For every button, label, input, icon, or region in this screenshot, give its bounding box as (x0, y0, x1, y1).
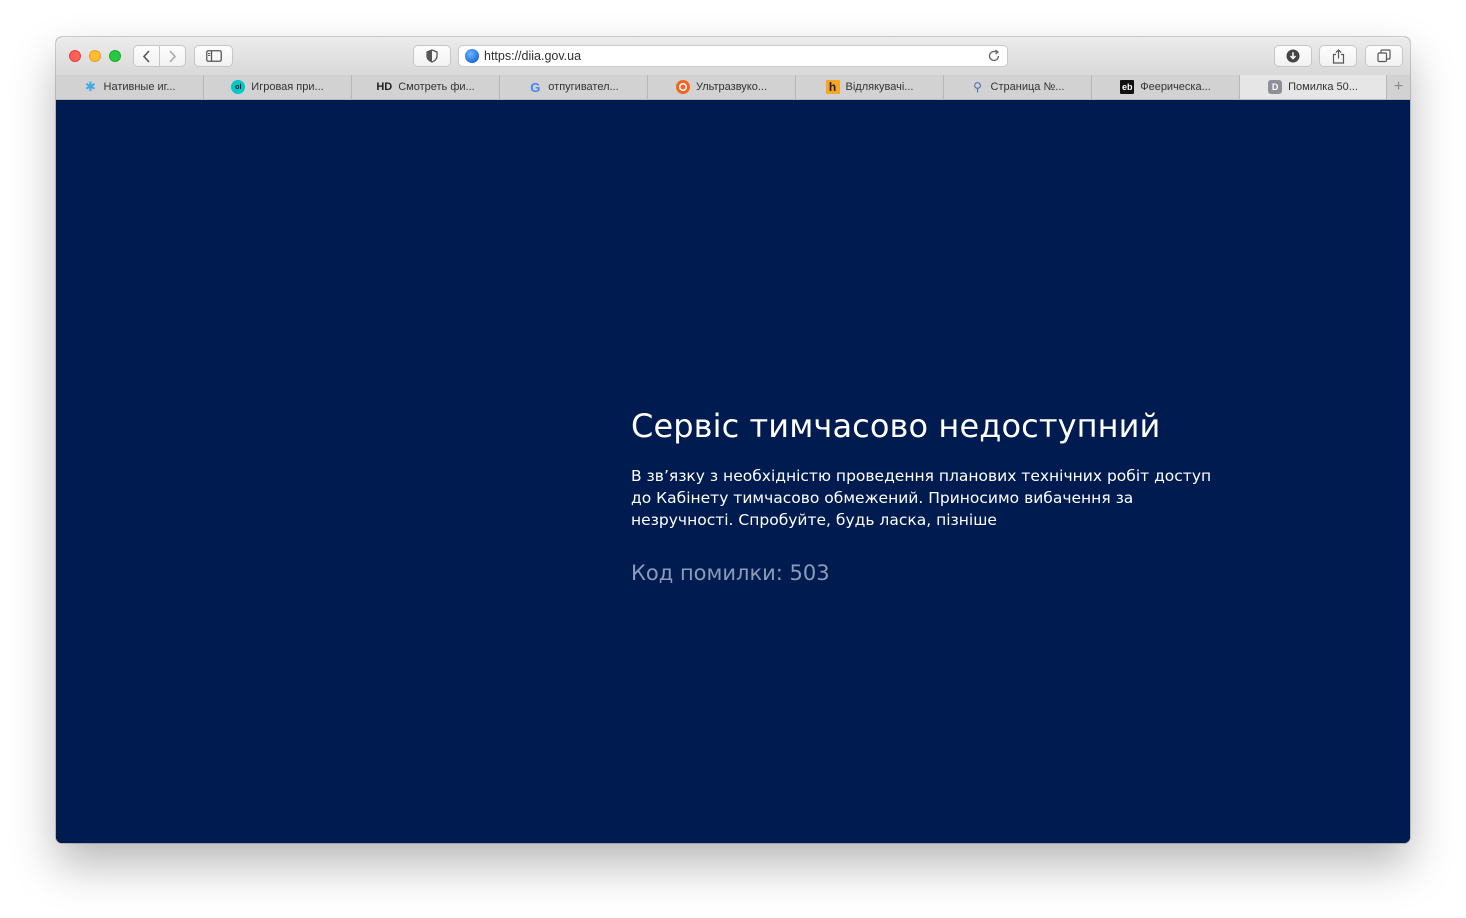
tab-1[interactable]: ol Игровая при... (204, 75, 352, 99)
ol-icon: ol (231, 80, 246, 94)
eb-icon: eb (1120, 80, 1135, 94)
tab-bar: ✱ Нативные иг... ol Игровая при... HD См… (56, 75, 1410, 100)
tab-4[interactable]: Ультразвуко... (648, 75, 796, 99)
tab-7[interactable]: eb Феерическа... (1092, 75, 1240, 99)
tab-label: Игровая при... (251, 81, 324, 93)
address-bar[interactable]: https://diia.gov.ua (458, 45, 1008, 67)
navigation-buttons (133, 45, 186, 67)
browser-window: https://diia.gov.ua ✱ Нативные иг... ol … (56, 37, 1410, 843)
sidebar-toggle-button[interactable] (194, 45, 233, 67)
snowflake-icon: ✱ (85, 79, 96, 94)
google-icon: G (530, 79, 541, 95)
url-text: https://diia.gov.ua (484, 49, 582, 63)
error-code: Код помилки: 503 (631, 561, 830, 585)
tab-3[interactable]: G отпугивател... (500, 75, 648, 99)
tab-6[interactable]: ⚲ Страница №... (944, 75, 1092, 99)
browser-toolbar: https://diia.gov.ua (56, 37, 1410, 76)
chevron-right-icon (169, 49, 177, 63)
new-tab-button[interactable]: + (1386, 75, 1410, 99)
tab-overview-button[interactable] (1365, 45, 1403, 67)
tab-label: Помилка 50... (1288, 81, 1358, 93)
share-button[interactable] (1319, 45, 1357, 67)
minimize-window-button[interactable] (89, 50, 101, 62)
tab-label: Ультразвуко... (695, 81, 768, 93)
forward-button[interactable] (159, 46, 185, 66)
share-icon (1332, 48, 1344, 64)
error-message: В зв’язку з необхідністю проведення план… (631, 467, 1212, 529)
chevron-left-icon (142, 49, 150, 63)
downloads-button[interactable] (1274, 45, 1312, 67)
tab-0[interactable]: ✱ Нативные иг... (56, 75, 204, 99)
tab-label: Феерическа... (1140, 81, 1211, 93)
tab-2[interactable]: HD Смотреть фи... (352, 75, 500, 99)
globe-icon (465, 49, 479, 63)
back-button[interactable] (134, 46, 159, 66)
page-content: Сервіс тимчасово недоступний В зв’язку з… (56, 100, 1410, 843)
privacy-report-button[interactable] (413, 45, 451, 67)
tab-label: Смотреть фи... (398, 81, 475, 93)
tabs-overview-icon (1377, 49, 1391, 63)
sidebar-icon (205, 50, 222, 62)
shield-icon (426, 49, 438, 63)
tab-8-active[interactable]: D Помилка 50... (1240, 75, 1386, 99)
page-title: Сервіс тимчасово недоступний (631, 407, 1161, 445)
maximize-window-button[interactable] (109, 50, 121, 62)
tab-5[interactable]: h Відлякувачі... (796, 75, 944, 99)
tab-label: Нативные иг... (103, 81, 176, 93)
h-icon: h (825, 80, 840, 94)
download-icon (1286, 49, 1300, 63)
d-icon: D (1268, 80, 1283, 94)
close-window-button[interactable] (69, 50, 81, 62)
tab-label: отпугивател... (548, 81, 619, 93)
plus-icon: + (1393, 78, 1404, 95)
reload-icon[interactable] (987, 49, 1001, 63)
tab-label: Страница №... (990, 81, 1065, 93)
tab-label: Відлякувачі... (845, 81, 914, 93)
dish-icon: ⚲ (973, 80, 982, 94)
hd-icon: HD (376, 81, 393, 93)
orange-circle-icon (675, 80, 690, 94)
